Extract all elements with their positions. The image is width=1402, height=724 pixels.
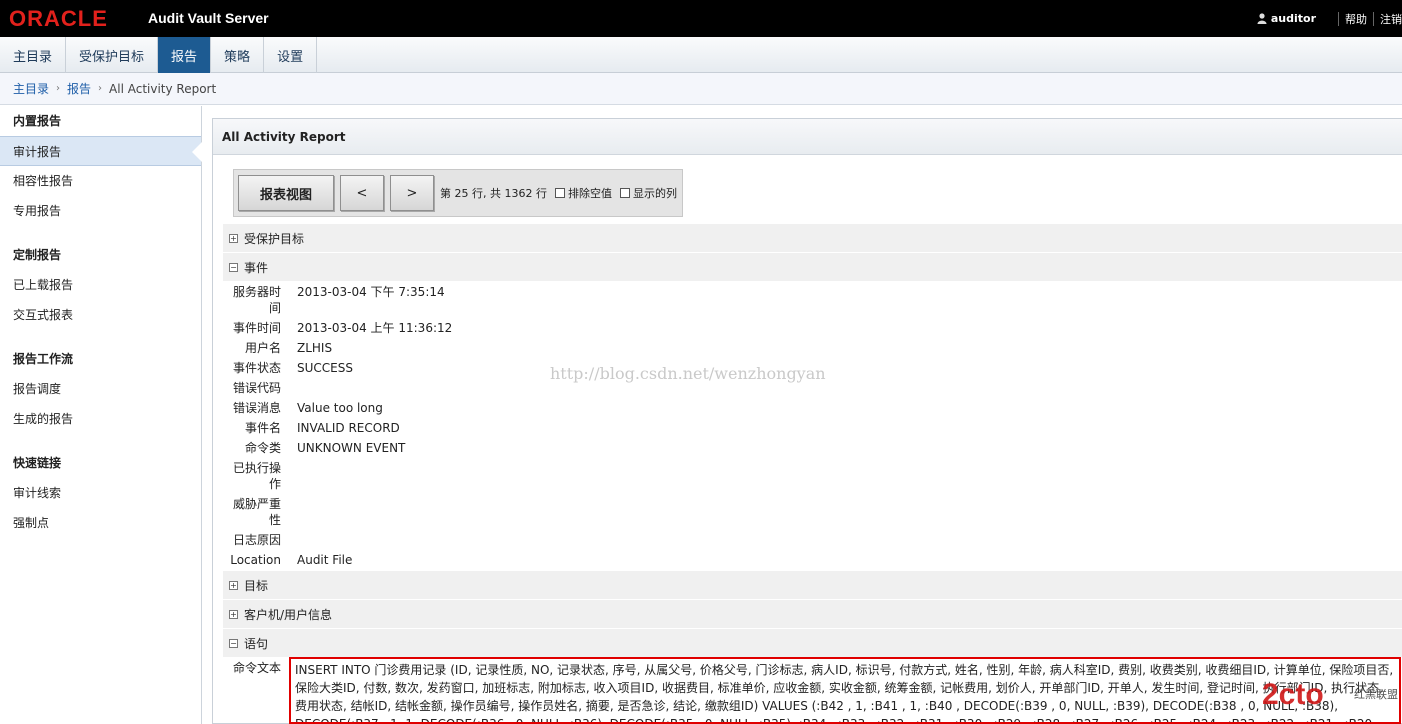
chevron-right-icon: › [98, 83, 103, 94]
section-label: 客户机/用户信息 [244, 607, 333, 622]
sidebar-section-title: 报告工作流 [13, 352, 74, 366]
header-separator [1338, 11, 1339, 26]
expand-icon[interactable]: + [229, 233, 238, 243]
brand-subtitle: 红黑联盟 [1354, 688, 1398, 701]
field-row: 错误消息 Value too long [223, 400, 1393, 416]
panel-title: All Activity Report [213, 119, 1402, 155]
field-row: 服务器时间 2013-03-04 下午 7:35:14 [223, 284, 1393, 316]
field-value: ZLHIS [297, 341, 333, 355]
sidebar-item-uploaded-reports[interactable]: 已上载报告 [0, 270, 201, 300]
section-client-user[interactable]: + 客户机/用户信息 [223, 600, 1402, 628]
top-header: ORACLE Audit Vault Server auditor 帮助 注销 [0, 0, 1402, 37]
section-label: 语句 [244, 636, 269, 651]
breadcrumb-reports[interactable]: 报告 [67, 80, 91, 97]
exclude-nulls-label: 排除空值 [567, 187, 612, 200]
field-row: Location Audit File [223, 552, 1393, 568]
logout-link[interactable]: 注销 [1380, 11, 1402, 27]
field-label: 事件时间 [232, 321, 281, 335]
user-name[interactable]: auditor [1271, 12, 1316, 25]
sidebar-section-title: 内置报告 [13, 114, 62, 128]
field-label: 错误消息 [232, 401, 281, 415]
section-protected-target[interactable]: + 受保护目标 [223, 224, 1402, 252]
app-title: Audit Vault Server [148, 10, 269, 26]
sidebar-item-generated-reports[interactable]: 生成的报告 [0, 404, 201, 434]
sidebar-item-audit-trails[interactable]: 审计线索 [0, 478, 201, 508]
field-row: 事件名 INVALID RECORD [223, 420, 1393, 436]
tab-reports[interactable]: 报告 [158, 37, 212, 73]
report-view-button[interactable]: 报表视图 [238, 175, 334, 211]
field-value: SUCCESS [297, 361, 353, 375]
row-info: 第 25 行, 共 1362 行 [440, 187, 547, 200]
tab-home[interactable]: 主目录 [0, 37, 67, 73]
sidebar-section-title: 快速链接 [13, 456, 62, 470]
expand-icon[interactable]: + [229, 580, 238, 590]
shown-columns-label: 显示的列 [632, 187, 677, 200]
field-row: 已执行操作 [223, 460, 1393, 492]
shown-columns-checkbox[interactable] [619, 188, 630, 198]
field-row: 威胁严重性 [223, 496, 1393, 528]
field-value: Value too long [297, 401, 383, 415]
field-label: 命令类 [244, 441, 281, 455]
brand-logo: 2cto [1262, 678, 1324, 711]
breadcrumb: 主目录 › 报告 › All Activity Report [0, 73, 1402, 105]
field-label: 已执行操作 [232, 461, 281, 491]
field-row: 事件时间 2013-03-04 上午 11:36:12 [223, 320, 1393, 336]
field-row: 命令类 UNKNOWN EVENT [223, 440, 1393, 456]
section-label: 目标 [244, 578, 269, 593]
sidebar: 内置报告 审计报告 相容性报告 专用报告 定制报告 已上载报告 交互式报表 报告… [0, 106, 202, 724]
exclude-nulls-checkbox[interactable] [554, 188, 565, 198]
section-target[interactable]: + 目标 [223, 571, 1402, 599]
field-label: 错误代码 [232, 381, 281, 395]
section-label: 事件 [244, 260, 269, 275]
collapse-icon[interactable]: − [229, 638, 238, 648]
sidebar-item-compliance-reports[interactable]: 相容性报告 [0, 166, 201, 196]
sidebar-item-enforcement-points[interactable]: 强制点 [0, 508, 201, 538]
field-value: 2013-03-04 上午 11:36:12 [297, 321, 453, 335]
statement-label: 命令文本 [232, 661, 281, 675]
oracle-logo: ORACLE [9, 6, 108, 31]
tab-settings[interactable]: 设置 [264, 37, 318, 73]
field-label: 威胁严重性 [232, 497, 281, 527]
user-area: auditor 帮助 注销 [1257, 0, 1402, 37]
tab-policies[interactable]: 策略 [211, 37, 265, 73]
sidebar-item-specialized-reports[interactable]: 专用报告 [0, 196, 201, 226]
next-button[interactable]: > [390, 175, 434, 211]
help-link[interactable]: 帮助 [1345, 11, 1367, 27]
section-statement[interactable]: − 语句 [223, 629, 1402, 657]
field-value: Audit File [297, 553, 353, 567]
section-event[interactable]: − 事件 [223, 253, 1402, 281]
expand-icon[interactable]: + [229, 609, 238, 619]
header-separator [1373, 11, 1374, 26]
prev-button[interactable]: < [340, 175, 384, 211]
field-value: 2013-03-04 下午 7:35:14 [297, 285, 445, 299]
report-panel: All Activity Report 报表视图 < > 第 25 行, 共 1… [212, 118, 1402, 724]
watermark: http://blog.csdn.net/wenzhongyan [550, 364, 826, 383]
main-nav: 主目录 受保护目标 报告 策略 设置 [0, 37, 1402, 73]
sidebar-section-title: 定制报告 [13, 248, 62, 262]
tab-protected-targets[interactable]: 受保护目标 [66, 37, 159, 73]
field-label: 日志原因 [232, 533, 281, 547]
breadcrumb-home[interactable]: 主目录 [13, 80, 49, 97]
field-value: UNKNOWN EVENT [297, 441, 406, 455]
field-row: 用户名 ZLHIS [223, 340, 1393, 356]
chevron-right-icon: › [56, 83, 61, 94]
field-label: Location [230, 553, 281, 567]
collapse-icon[interactable]: − [229, 262, 238, 272]
user-icon [1257, 13, 1267, 24]
field-label: 事件状态 [232, 361, 281, 375]
report-toolbar: 报表视图 < > 第 25 行, 共 1362 行 排除空值 显示的列 [233, 169, 683, 217]
section-label: 受保护目标 [244, 231, 305, 246]
sidebar-item-audit-reports[interactable]: 审计报告 [0, 136, 202, 166]
field-label: 服务器时间 [232, 285, 281, 315]
field-label: 用户名 [244, 341, 281, 355]
field-row: 日志原因 [223, 532, 1393, 548]
sidebar-item-report-schedules[interactable]: 报告调度 [0, 374, 201, 404]
sidebar-item-interactive-reports[interactable]: 交互式报表 [0, 300, 201, 330]
command-text: INSERT INTO 门诊费用记录 (ID, 记录性质, NO, 记录状态, … [289, 657, 1401, 724]
field-value: INVALID RECORD [297, 421, 400, 435]
field-label: 事件名 [244, 421, 281, 435]
breadcrumb-current: All Activity Report [109, 81, 217, 96]
